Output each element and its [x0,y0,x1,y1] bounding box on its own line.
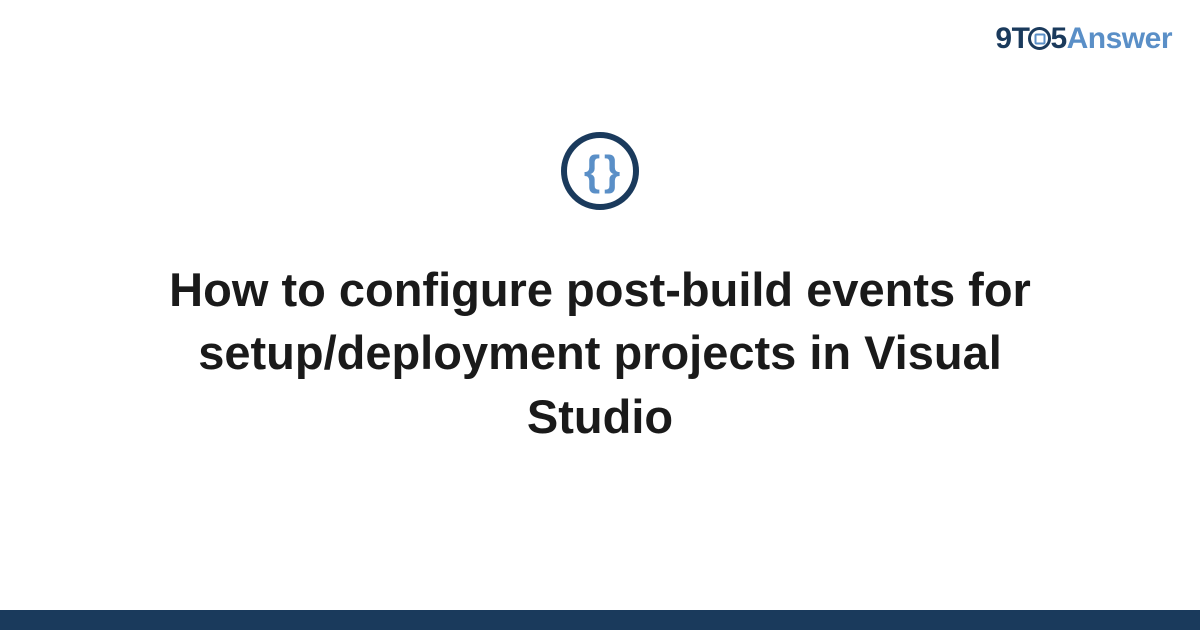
braces-glyph: { } [584,150,616,192]
footer-bar [0,610,1200,630]
main-content: { } How to configure post-build events f… [0,0,1200,610]
code-braces-icon: { } [561,132,639,210]
page-title: How to configure post-build events for s… [140,258,1060,448]
